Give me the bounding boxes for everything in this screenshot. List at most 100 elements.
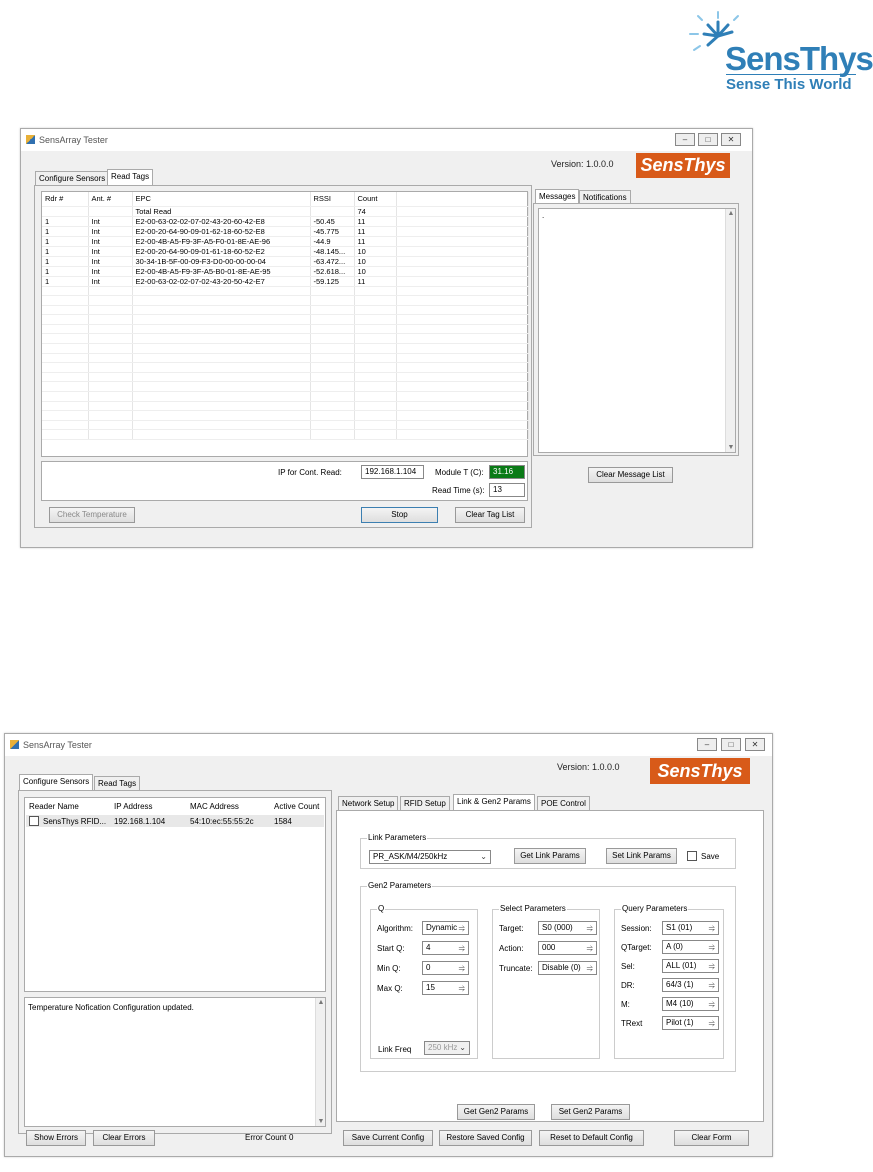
- field-label: QTarget:: [621, 943, 652, 952]
- set-gen2-params-button[interactable]: Set Gen2 Params: [551, 1104, 630, 1120]
- chevron-down-icon: ⥤: [586, 923, 593, 932]
- table-row[interactable]: 1 Int E2-00-20-64-90-09-01-62-18-60-52-E8-…: [42, 226, 529, 237]
- field-select[interactable]: Pilot (1) ⥤: [662, 1016, 719, 1030]
- empty-row[interactable]: [42, 410, 529, 421]
- empty-row[interactable]: [42, 391, 529, 402]
- select-parameters-title: Select Parameters: [499, 904, 567, 913]
- cell: [42, 362, 89, 373]
- tab-link-gen2-params[interactable]: Link & Gen2 Params: [453, 794, 535, 810]
- save-checkbox[interactable]: [687, 851, 697, 861]
- empty-row[interactable]: [42, 420, 529, 431]
- field-select[interactable]: 4 ⥤: [422, 941, 469, 955]
- field-select[interactable]: Disable (0) ⥤: [538, 961, 597, 975]
- empty-row[interactable]: [42, 362, 529, 373]
- field-value: 0: [426, 963, 431, 972]
- cell: Int: [88, 236, 133, 247]
- field-select[interactable]: 000 ⥤: [538, 941, 597, 955]
- empty-row[interactable]: [42, 286, 529, 297]
- empty-row[interactable]: [42, 305, 529, 316]
- tab-configure-sensors[interactable]: Configure Sensors: [35, 171, 110, 185]
- empty-row[interactable]: [42, 333, 529, 345]
- table-row[interactable]: 1 Int E2-00-4B-A5-F9-3F-A5-B0-01-8E-AE-95-…: [42, 266, 529, 277]
- tab-poe-control[interactable]: POE Control: [537, 796, 590, 810]
- cell: [396, 381, 529, 393]
- table-row[interactable]: 1 Int E2-00-63-02-02-07-02-43-20-60-42-E8-…: [42, 216, 529, 227]
- empty-row[interactable]: [42, 401, 529, 412]
- maximize-button[interactable]: □: [721, 738, 741, 751]
- field-select[interactable]: Dynamic ⥤: [422, 921, 469, 935]
- get-gen2-params-button[interactable]: Get Gen2 Params: [457, 1104, 535, 1120]
- field-select[interactable]: M4 (10) ⥤: [662, 997, 719, 1011]
- show-errors-button[interactable]: Show Errors: [26, 1130, 86, 1146]
- set-link-params-button[interactable]: Set Link Params: [606, 848, 677, 864]
- tab-network-setup[interactable]: Network Setup: [338, 796, 399, 810]
- reader-row[interactable]: SensThys RFID... 192.168.1.104 54:10:ec:…: [26, 815, 324, 827]
- empty-row[interactable]: [42, 314, 529, 325]
- tab-read-tags[interactable]: Read Tags: [94, 776, 141, 790]
- table-row[interactable]: 1 Int E2-00-63-02-02-07-02-43-20-50-42-E7-…: [42, 276, 529, 287]
- empty-row[interactable]: [42, 372, 529, 383]
- cell: [88, 324, 133, 335]
- field-select[interactable]: A (0) ⥤: [662, 940, 719, 954]
- message-scrollbar[interactable]: ▲ ▼: [725, 209, 735, 452]
- scroll-up-icon[interactable]: ▲: [726, 210, 736, 217]
- cell: Int: [88, 276, 133, 287]
- clear-message-list-button[interactable]: Clear Message List: [588, 467, 673, 483]
- field-select[interactable]: 0 ⥤: [422, 961, 469, 975]
- cell: [132, 353, 311, 364]
- scroll-down-icon[interactable]: ▼: [726, 444, 736, 451]
- get-link-params-button[interactable]: Get Link Params: [514, 848, 586, 864]
- clear-tag-list-button[interactable]: Clear Tag List: [455, 507, 525, 523]
- table-row[interactable]: 1 Int 30-34-1B-5F-00-09-F3-D0-00-00-00-04-…: [42, 256, 529, 267]
- field-label: Max Q:: [377, 984, 403, 993]
- link-profile-select[interactable]: PR_ASK/M4/250kHz ⌄: [369, 850, 491, 864]
- tab-read-tags[interactable]: Read Tags: [107, 169, 154, 185]
- empty-row[interactable]: [42, 324, 529, 335]
- save-current-config-button[interactable]: Save Current Config: [343, 1130, 433, 1146]
- field-select[interactable]: 64/3 (1) ⥤: [662, 978, 719, 992]
- reader-checkbox[interactable]: [29, 816, 39, 826]
- close-button[interactable]: ✕: [721, 133, 741, 146]
- cell: 11: [354, 236, 397, 247]
- field-select[interactable]: S1 (01) ⥤: [662, 921, 719, 935]
- maximize-button[interactable]: □: [698, 133, 718, 146]
- scroll-down-icon[interactable]: ▼: [316, 1118, 326, 1125]
- field-select[interactable]: ALL (01) ⥤: [662, 959, 719, 973]
- stop-button[interactable]: Stop: [361, 507, 438, 523]
- empty-row[interactable]: [42, 295, 529, 306]
- clear-form-button[interactable]: Clear Form: [674, 1130, 749, 1146]
- total-row[interactable]: Total Read 74: [42, 206, 529, 217]
- empty-row[interactable]: [42, 353, 529, 364]
- version-label: Version: 1.0.0.0: [551, 159, 614, 169]
- empty-row[interactable]: [42, 429, 529, 440]
- cell: [354, 324, 397, 335]
- table-row[interactable]: 1 Int E2-00-4B-A5-F9-3F-A5-F0-01-8E-AE-96-…: [42, 236, 529, 247]
- check-temperature-button[interactable]: Check Temperature: [49, 507, 135, 523]
- scroll-up-icon[interactable]: ▲: [316, 999, 326, 1006]
- empty-row[interactable]: [42, 343, 529, 354]
- cell: E2-00-20-64-90-09-01-61-18-60-52-E2: [132, 246, 311, 257]
- table-row[interactable]: 1 Int E2-00-20-64-90-09-01-61-18-60-52-E2-…: [42, 246, 529, 257]
- field-select[interactable]: S0 (000) ⥤: [538, 921, 597, 935]
- tab-notifications[interactable]: Notifications: [579, 190, 631, 204]
- tab-configure-sensors[interactable]: Configure Sensors: [19, 774, 94, 790]
- tab-rfid-setup[interactable]: RFID Setup: [400, 796, 450, 810]
- clear-errors-button[interactable]: Clear Errors: [93, 1130, 155, 1146]
- cell: [396, 192, 529, 207]
- ip-input[interactable]: 192.168.1.104: [361, 465, 424, 479]
- cell: [354, 372, 397, 383]
- reset-default-config-button[interactable]: Reset to Default Config: [539, 1130, 644, 1146]
- close-button[interactable]: ✕: [745, 738, 765, 751]
- minimize-button[interactable]: –: [675, 133, 695, 146]
- log-scrollbar[interactable]: ▲ ▼: [315, 998, 325, 1126]
- empty-row[interactable]: [42, 381, 529, 393]
- cell: 1: [42, 266, 89, 277]
- field-value: 4: [426, 943, 431, 952]
- cell: [354, 286, 397, 297]
- restore-saved-config-button[interactable]: Restore Saved Config: [439, 1130, 532, 1146]
- cell: [396, 372, 529, 383]
- field-select[interactable]: 15 ⥤: [422, 981, 469, 995]
- cell: [396, 276, 529, 287]
- read-time-input[interactable]: 13: [489, 483, 525, 497]
- minimize-button[interactable]: –: [697, 738, 717, 751]
